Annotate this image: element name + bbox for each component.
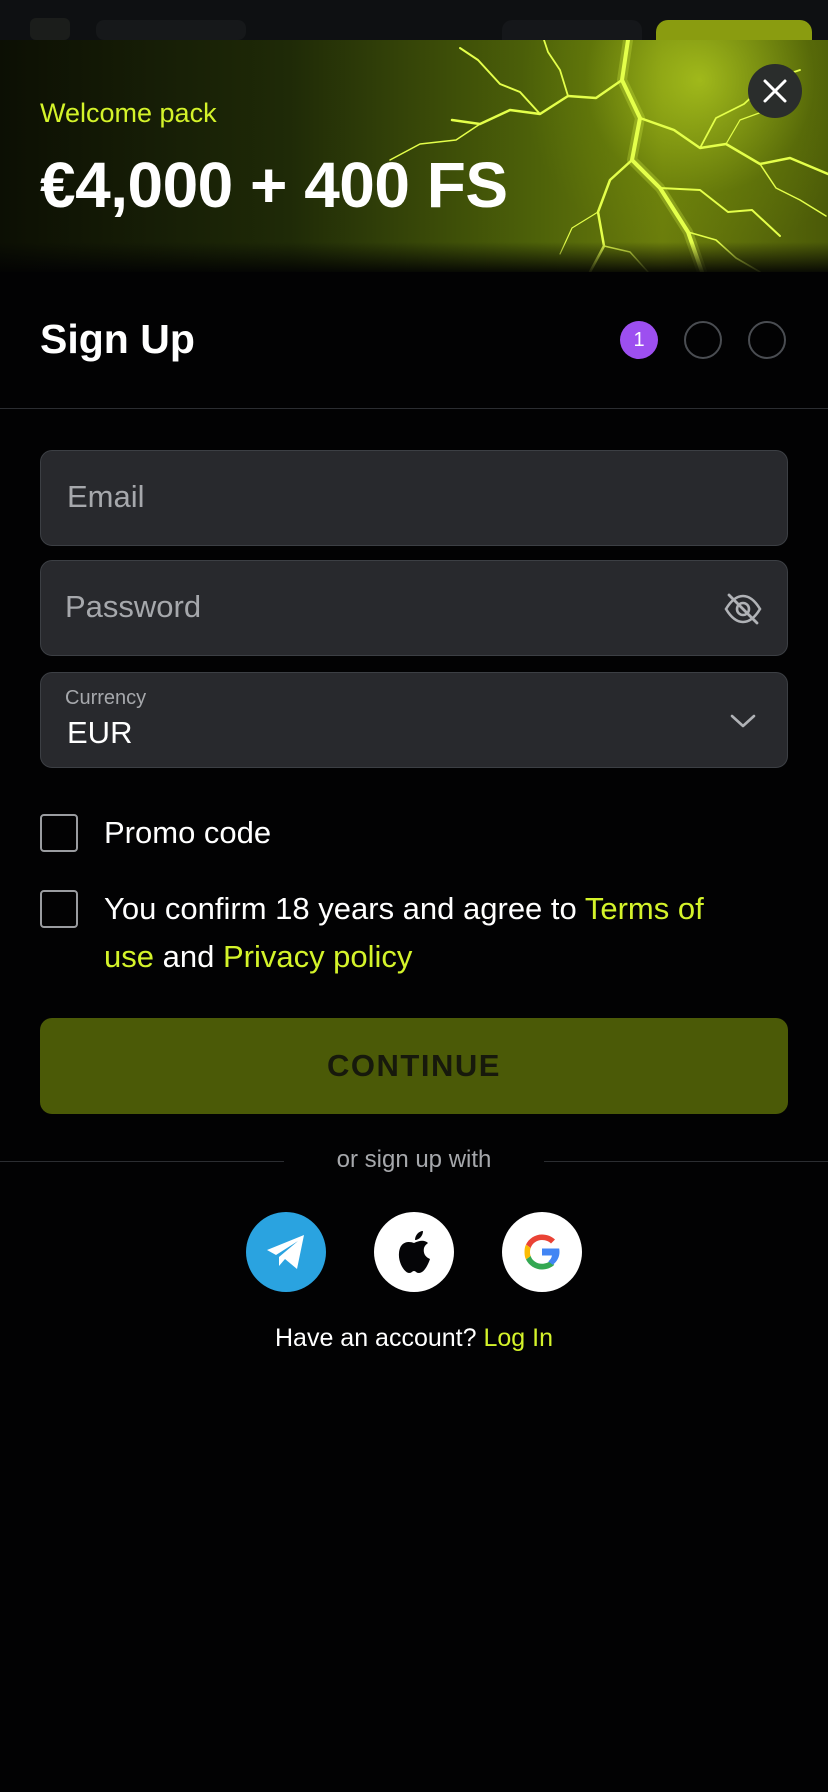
promo-code-checkbox[interactable] (40, 814, 78, 852)
or-divider-left (0, 1161, 284, 1162)
password-visibility-toggle[interactable] (723, 589, 763, 629)
header-divider (0, 408, 828, 409)
background-menu (30, 18, 70, 40)
background-signup-button (656, 20, 812, 42)
welcome-banner: Welcome pack €4,000 + 400 FS (0, 40, 828, 272)
terms-checkbox[interactable] (40, 890, 78, 928)
close-icon (763, 79, 787, 103)
google-icon (524, 1234, 560, 1270)
telegram-signup-button[interactable] (246, 1212, 326, 1292)
apple-signup-button[interactable] (374, 1212, 454, 1292)
privacy-policy-link[interactable]: Privacy policy (223, 939, 413, 974)
currency-value: EUR (67, 715, 133, 750)
currency-label: Currency (65, 687, 147, 709)
login-prompt: Have an account? Log In (0, 1324, 828, 1353)
background-login-button (502, 20, 642, 42)
social-signup-label: or sign up with (336, 1146, 492, 1173)
apple-icon (398, 1231, 430, 1273)
page-title: Sign Up (40, 316, 195, 362)
signup-modal: Welcome pack €4,000 + 400 FS Sign Up 1 E… (0, 40, 828, 1792)
eye-off-icon (724, 593, 762, 625)
currency-select[interactable]: Currency EUR (40, 672, 788, 768)
step-indicator-1: 1 (620, 321, 658, 359)
background-header (0, 0, 828, 42)
email-field[interactable]: Email (40, 450, 788, 546)
welcome-label: Welcome pack (40, 98, 217, 128)
terms-text: You confirm 18 years and agree to (104, 891, 585, 926)
promo-code-label[interactable]: Promo code (104, 809, 271, 857)
chevron-down-icon (730, 714, 756, 728)
continue-button[interactable]: CONTINUE (40, 1018, 788, 1114)
or-divider-right (544, 1161, 828, 1162)
banner-fade (0, 242, 828, 272)
email-placeholder: Email (67, 479, 145, 514)
password-placeholder: Password (65, 589, 202, 624)
password-field[interactable]: Password (40, 560, 788, 656)
currency-dropdown[interactable] (723, 701, 763, 741)
terms-label: You confirm 18 years and agree to Terms … (104, 885, 744, 981)
step-indicator-3 (748, 321, 786, 359)
terms-and-text: and (153, 939, 223, 974)
step-indicator-2 (684, 321, 722, 359)
login-link[interactable]: Log In (483, 1324, 553, 1352)
have-account-text: Have an account? (275, 1324, 484, 1352)
close-button[interactable] (748, 64, 802, 118)
google-signup-button[interactable] (502, 1212, 582, 1292)
telegram-icon (267, 1235, 304, 1269)
background-logo (96, 20, 246, 40)
bonus-amount: €4,000 + 400 FS (40, 149, 508, 221)
